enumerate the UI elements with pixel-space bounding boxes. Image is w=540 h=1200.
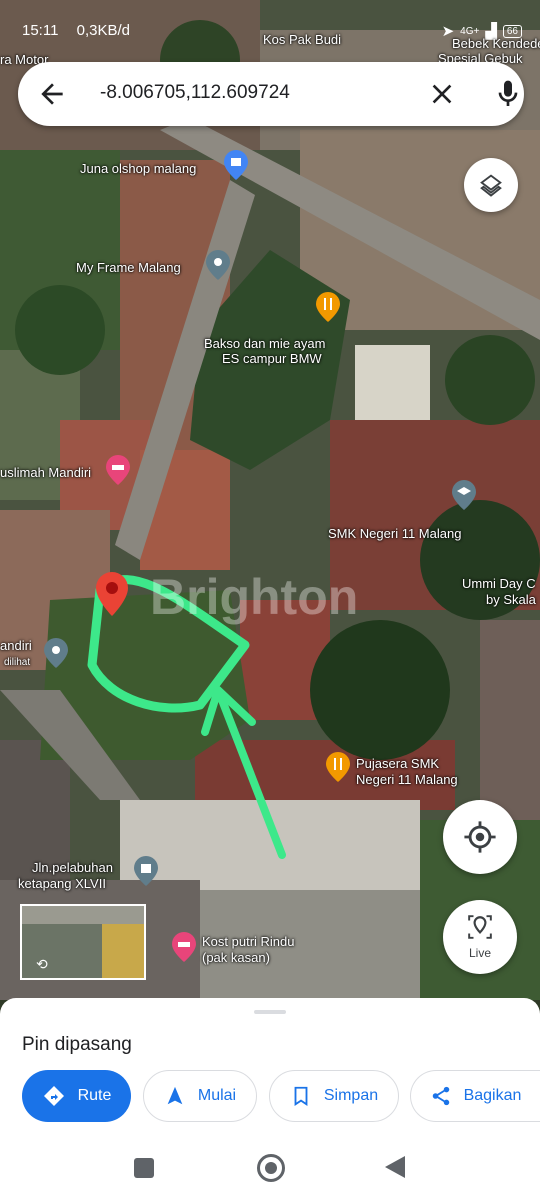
map-label-mandiri-1[interactable]: andiri: [0, 638, 32, 654]
live-label: Live: [468, 946, 491, 960]
map-label-bebek[interactable]: Bebek Kendedes: [452, 36, 540, 52]
sheet-title: Pin dipasang: [22, 1034, 132, 1055]
map-label-ummi-1[interactable]: Ummi Day C: [462, 576, 536, 592]
share-button[interactable]: Bagikan: [410, 1070, 540, 1122]
map-label-bakso-2[interactable]: ES campur BMW: [222, 351, 322, 367]
street-view-thumbnail[interactable]: ⟲: [20, 904, 146, 980]
hotel-pin-icon[interactable]: [172, 932, 196, 962]
dropped-pin-icon[interactable]: [96, 572, 128, 616]
route-button[interactable]: Rute: [22, 1070, 131, 1122]
search-query[interactable]: -8.006705,112.609724: [100, 82, 290, 104]
map-label-kost-1[interactable]: Kost putri Rindu: [202, 934, 295, 950]
restaurant-pin-icon[interactable]: [326, 752, 350, 782]
school-pin-icon[interactable]: [452, 480, 476, 510]
map-label-jln-2[interactable]: ketapang XLVII: [18, 876, 106, 892]
share-label: Bagikan: [463, 1087, 522, 1104]
restaurant-pin-icon[interactable]: [316, 292, 340, 322]
street-view-360-icon: ⟲: [36, 956, 48, 972]
map-label-myframe[interactable]: My Frame Malang: [76, 260, 181, 276]
live-view-button[interactable]: Live: [443, 900, 517, 974]
recent-apps-icon[interactable]: [134, 1158, 154, 1178]
share-icon: [432, 1086, 449, 1106]
system-navigation-bar: [0, 1138, 540, 1200]
network-label: 4G+: [460, 25, 480, 37]
map-label-kos-pak-budi[interactable]: Kos Pak Budi: [263, 32, 341, 48]
map-label-juna[interactable]: Juna olshop malang: [80, 161, 196, 177]
map-label-kost-2[interactable]: (pak kasan): [202, 950, 270, 966]
drag-handle[interactable]: [254, 1010, 286, 1014]
place-pin-icon[interactable]: [206, 250, 230, 280]
map-label-jln-1[interactable]: Jln.pelabuhan: [32, 860, 113, 876]
map-label-muslimah[interactable]: uslimah Mandiri: [0, 465, 91, 481]
map-label-bakso-1[interactable]: Bakso dan mie ayam: [204, 336, 325, 352]
layers-icon: [480, 174, 502, 197]
directions-icon: [43, 1086, 64, 1106]
start-label: Mulai: [197, 1087, 237, 1104]
map-label-pujasera-2[interactable]: Negeri 11 Malang: [356, 772, 458, 788]
save-label: Simpan: [323, 1087, 379, 1104]
status-time: 15:11: [22, 22, 59, 39]
live-view-icon: [468, 915, 492, 939]
navigation-arrow-icon: [167, 1086, 183, 1105]
map-label-smk[interactable]: SMK Negeri 11 Malang: [328, 526, 461, 542]
place-pin-icon[interactable]: [44, 638, 68, 668]
save-button[interactable]: Simpan: [269, 1070, 399, 1122]
my-location-button[interactable]: [443, 800, 517, 874]
crosshair-icon: [464, 821, 496, 853]
microphone-icon[interactable]: [492, 76, 524, 112]
clear-icon[interactable]: [426, 78, 458, 110]
back-arrow-icon[interactable]: [36, 78, 68, 110]
satellite-map[interactable]: Brighton 15:11 0,3KB/d ➤ 4G+ ▟ 66 Kos Pa…: [0, 0, 540, 1000]
map-label-ummi-2[interactable]: by Skala: [486, 592, 536, 608]
status-speed: 0,3KB/d: [76, 22, 130, 39]
search-bar[interactable]: -8.006705,112.609724: [18, 62, 524, 126]
hotel-pin-icon[interactable]: [106, 455, 130, 485]
layers-button[interactable]: [464, 158, 518, 212]
start-button[interactable]: Mulai: [143, 1070, 257, 1122]
map-label-mandiri-2[interactable]: dilihat: [4, 655, 30, 671]
home-icon[interactable]: [257, 1154, 285, 1182]
bookmark-icon: [294, 1086, 308, 1106]
landmark-pin-icon[interactable]: [134, 856, 158, 886]
store-pin-icon[interactable]: [224, 150, 248, 180]
route-label: Rute: [77, 1087, 112, 1104]
map-watermark: Brighton: [150, 569, 359, 625]
map-label-pujasera-1[interactable]: Pujasera SMK: [356, 756, 439, 772]
back-triangle-icon[interactable]: [385, 1156, 405, 1178]
